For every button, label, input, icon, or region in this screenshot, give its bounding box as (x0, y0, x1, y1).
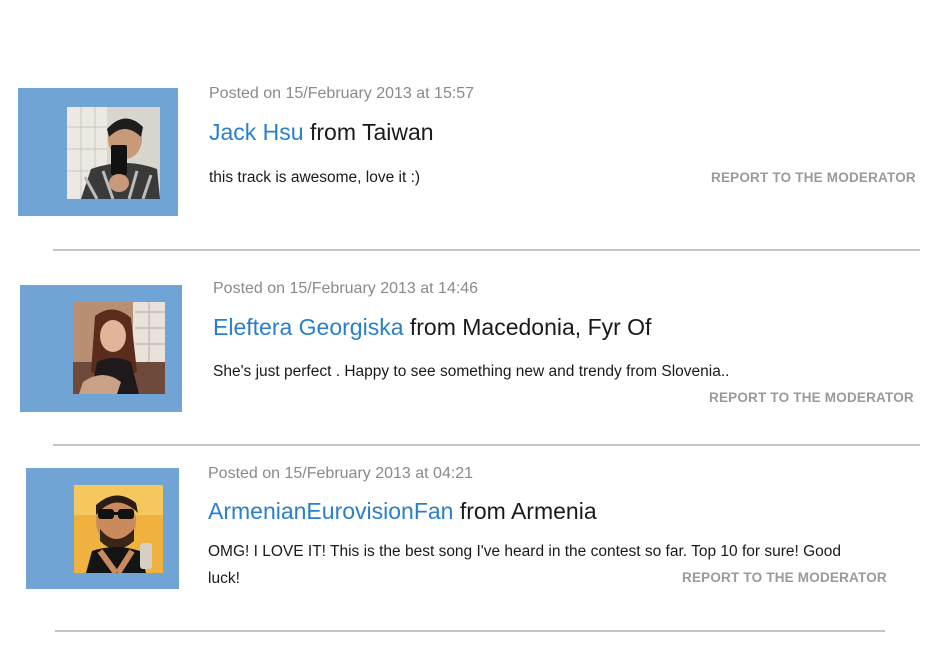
post-timestamp: Posted on 15/February 2013 at 14:46 (213, 280, 479, 297)
report-button[interactable]: REPORT TO THE MODERATOR (709, 390, 914, 405)
post-timestamp: Posted on 15/February 2013 at 15:57 (209, 85, 475, 102)
username-link[interactable]: Jack Hsu (209, 119, 304, 145)
divider (53, 249, 920, 251)
comment-text: this track is awesome, love it :) (209, 169, 421, 186)
comment-headline: ArmenianEurovisionFan from Armenia (208, 498, 597, 525)
report-button[interactable]: REPORT TO THE MODERATOR (711, 170, 916, 185)
country-label: from Macedonia, Fyr Of (409, 314, 652, 340)
country-label: from Armenia (459, 498, 597, 524)
comment-text: She's just perfect . Happy to see someth… (213, 363, 730, 380)
avatar[interactable] (73, 302, 165, 394)
avatar[interactable] (67, 107, 160, 199)
country-label: from Taiwan (309, 119, 434, 145)
divider (53, 444, 920, 446)
report-button[interactable]: REPORT TO THE MODERATOR (682, 570, 887, 585)
username-link[interactable]: Eleftera Georgiska (213, 314, 403, 340)
username-link[interactable]: ArmenianEurovisionFan (208, 498, 453, 524)
divider (55, 630, 885, 632)
post-timestamp: Posted on 15/February 2013 at 04:21 (208, 465, 474, 482)
comment-headline: Eleftera Georgiska from Macedonia, Fyr O… (213, 314, 651, 341)
comment-headline: Jack Hsu from Taiwan (209, 119, 434, 146)
avatar[interactable] (74, 485, 163, 573)
